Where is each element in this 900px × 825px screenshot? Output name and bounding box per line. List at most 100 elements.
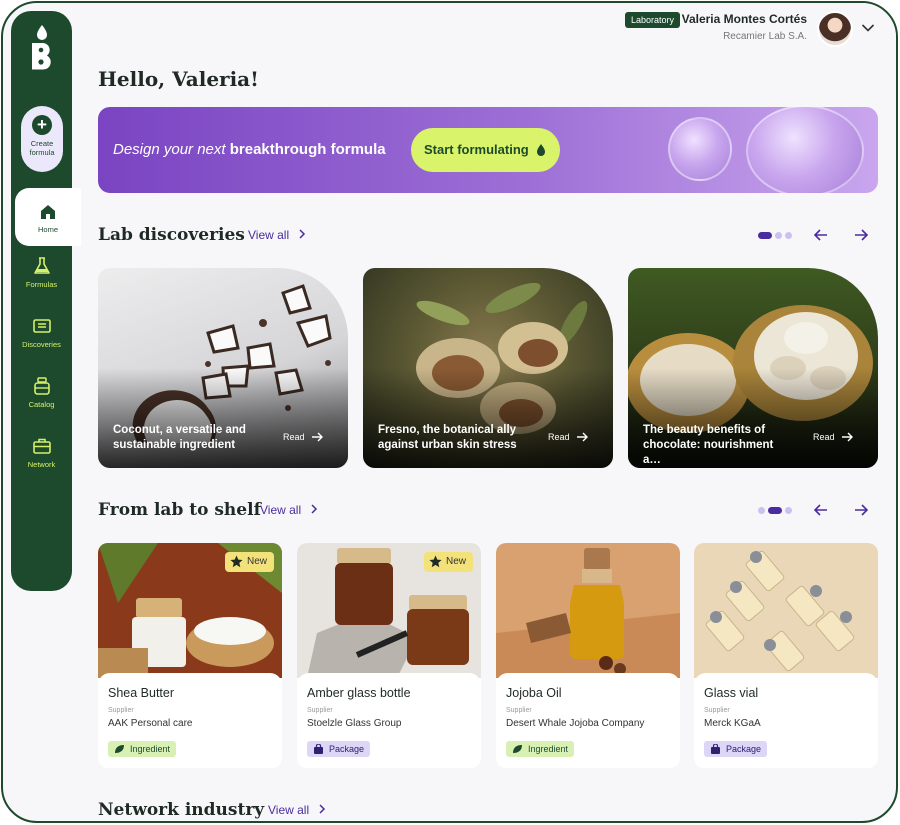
user-company: Recamier Lab S.A. <box>723 31 807 42</box>
read-link[interactable]: Read <box>548 432 570 442</box>
pagination-dot[interactable] <box>785 232 792 239</box>
carousel-pagination <box>758 231 794 239</box>
network-view-all[interactable]: View all <box>268 803 326 817</box>
hero-banner: Design your next breakthrough formula St… <box>98 107 878 193</box>
arrow-left-icon[interactable] <box>813 503 829 517</box>
category-tag: Package <box>307 741 371 757</box>
star-icon <box>429 555 442 568</box>
avatar[interactable] <box>817 11 853 47</box>
chevron-right-icon <box>319 804 326 814</box>
product-card[interactable]: New Amber glass bottle Supplier Stoelzle… <box>297 543 481 768</box>
lab-to-shelf-view-all[interactable]: View all <box>260 503 318 517</box>
category-tag-label: Package <box>726 744 762 754</box>
lab-discoveries-title: Lab discoveries <box>98 225 245 245</box>
pagination-dot[interactable] <box>768 507 782 514</box>
discovery-caption: Fresno, the botanical ally against urban… <box>378 424 517 451</box>
leaf-icon <box>513 745 522 753</box>
arrow-right-icon <box>312 432 323 442</box>
serum-bubble-image <box>668 117 732 181</box>
start-formulating-label: Start formulating <box>424 142 529 157</box>
arrow-right-icon <box>577 432 588 442</box>
supplier-label: Supplier <box>108 707 134 714</box>
glass-vials-image <box>694 543 878 678</box>
user-name: Valeria Montes Cortés <box>681 12 807 26</box>
product-name: Glass vial <box>704 686 759 700</box>
discovery-caption: Coconut, a versatile and sustainable ing… <box>113 424 246 451</box>
read-link[interactable]: Read <box>813 432 835 442</box>
pagination-dot[interactable] <box>775 232 782 239</box>
sidebar-item-label: Catalog <box>28 400 55 409</box>
page-greeting: Hello, Valeria! <box>98 67 259 91</box>
discoveries-icon <box>32 319 51 333</box>
card-overlay <box>363 368 613 468</box>
supplier-name: Desert Whale Jojoba Company <box>506 718 645 729</box>
supplier-label: Supplier <box>704 707 730 714</box>
sidebar-item-home[interactable]: Home <box>15 188 81 246</box>
jojoba-oil-image <box>496 543 680 678</box>
briefcase-icon <box>32 438 51 454</box>
product-card[interactable]: New Shea Butter Supplier AAK Personal ca… <box>98 543 282 768</box>
arrow-right-icon[interactable] <box>853 503 869 517</box>
chevron-right-icon <box>299 229 306 239</box>
chevron-right-icon <box>311 504 318 514</box>
role-badge: Laboratory <box>625 12 681 28</box>
carousel-pagination <box>758 506 794 514</box>
sidebar-item-formulas[interactable]: Formulas <box>11 256 72 306</box>
lab-to-shelf-title: From lab to shelf <box>98 500 261 520</box>
new-badge: New <box>423 552 473 572</box>
category-tag-label: Ingredient <box>130 744 171 754</box>
bag-icon <box>314 744 323 754</box>
jar-icon <box>33 377 50 395</box>
discovery-card[interactable]: Coconut, a versatile and sustainable ing… <box>98 268 348 468</box>
sidebar-item-discoveries[interactable]: Discoveries <box>11 316 72 366</box>
read-link[interactable]: Read <box>283 432 305 442</box>
view-all-label: View all <box>248 228 290 242</box>
category-tag-label: Package <box>329 744 365 754</box>
chevron-down-icon[interactable] <box>861 23 875 33</box>
new-badge-label: New <box>246 556 267 567</box>
supplier-label: Supplier <box>506 707 532 714</box>
product-name: Jojoba Oil <box>506 686 562 700</box>
view-all-label: View all <box>260 503 302 517</box>
hero-text-prefix: Design your next <box>113 141 226 158</box>
sidebar-item-label: Home <box>37 225 58 234</box>
flask-icon <box>33 257 50 274</box>
discovery-card[interactable]: The beauty benefits of chocolate: nouris… <box>628 268 878 468</box>
category-tag-label: Ingredient <box>528 744 569 754</box>
supplier-name: AAK Personal care <box>108 718 193 729</box>
category-tag: Ingredient <box>506 741 575 757</box>
star-icon <box>230 555 243 568</box>
product-info: Shea Butter Supplier AAK Personal care I… <box>98 673 282 768</box>
arrow-right-icon[interactable] <box>853 228 869 242</box>
leaf-icon <box>115 745 124 753</box>
start-formulating-button[interactable]: Start formulating <box>411 128 560 172</box>
arrow-right-icon <box>842 432 853 442</box>
app-frame: + Create formula Home Formulas Discoveri… <box>1 1 898 823</box>
discovery-card[interactable]: Fresno, the botanical ally against urban… <box>363 268 613 468</box>
hero-text-bold: breakthrough formula <box>229 141 386 158</box>
sidebar-item-network[interactable]: Network <box>11 436 72 486</box>
view-all-label: View all <box>268 803 310 817</box>
product-card[interactable]: Glass vial Supplier Merck KGaA Package <box>694 543 878 768</box>
plus-icon: + <box>32 115 52 135</box>
category-tag: Package <box>704 741 768 757</box>
pagination-dot[interactable] <box>758 507 765 514</box>
pagination-dot[interactable] <box>758 232 772 239</box>
pagination-dot[interactable] <box>785 507 792 514</box>
product-name: Amber glass bottle <box>307 686 411 700</box>
card-overlay <box>98 368 348 468</box>
supplier-name: Stoelzle Glass Group <box>307 718 402 729</box>
lab-discoveries-view-all[interactable]: View all <box>248 228 306 242</box>
arrow-left-icon[interactable] <box>813 228 829 242</box>
create-formula-button[interactable]: + Create formula <box>21 106 63 172</box>
top-bar: Laboratory Valeria Montes Cortés Recamie… <box>73 3 896 57</box>
new-badge: New <box>224 552 274 572</box>
sidebar-item-catalog[interactable]: Catalog <box>11 376 72 426</box>
sidebar-item-label: Network <box>27 460 56 469</box>
product-card[interactable]: Jojoba Oil Supplier Desert Whale Jojoba … <box>496 543 680 768</box>
serum-bubble-image <box>746 107 864 193</box>
home-icon <box>41 205 55 219</box>
discovery-caption: The beauty benefits of chocolate: nouris… <box>643 424 774 466</box>
brand-logo <box>32 25 51 70</box>
supplier-name: Merck KGaA <box>704 718 761 729</box>
